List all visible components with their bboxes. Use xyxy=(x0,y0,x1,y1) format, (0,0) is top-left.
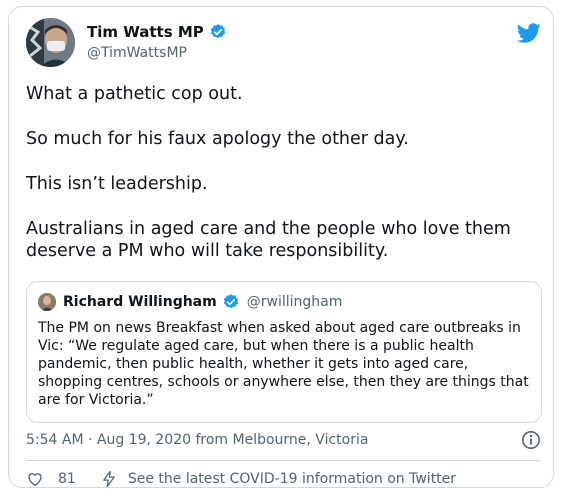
twitter-logo-icon[interactable] xyxy=(516,21,541,45)
tweet-paragraph: So much for his faux apology the other d… xyxy=(26,129,409,149)
tweet-actions: 81 See the latest COVID-19 information o… xyxy=(26,470,456,488)
tweet-paragraph: This isn’t leadership. xyxy=(26,174,208,194)
info-icon[interactable] xyxy=(521,430,541,450)
author-handle[interactable]: @TimWattsMP xyxy=(87,45,187,61)
quoted-author-name: Richard Willingham xyxy=(63,294,217,310)
author-name-row[interactable]: Tim Watts MP xyxy=(87,23,227,41)
verified-badge-icon xyxy=(209,23,227,41)
covid-info-link[interactable]: See the latest COVID-19 information on T… xyxy=(128,471,456,487)
quoted-text: The PM on news Breakfast when asked abou… xyxy=(38,320,529,408)
author-name[interactable]: Tim Watts MP xyxy=(87,23,204,41)
quoted-header: Richard Willingham @rwillingham xyxy=(63,293,342,311)
author-avatar[interactable] xyxy=(26,18,75,67)
divider xyxy=(26,460,541,461)
tweet-card: Tim Watts MP @TimWattsMP What a pathetic… xyxy=(8,6,554,488)
tweet-body: What a pathetic cop out. So much for his… xyxy=(26,83,541,262)
quoted-author-handle: @rwillingham xyxy=(246,294,343,310)
tweet-timestamp[interactable]: 5:54 AM · Aug 19, 2020 from Melbourne, V… xyxy=(26,432,368,448)
like-count[interactable]: 81 xyxy=(58,471,76,487)
heart-icon[interactable] xyxy=(26,470,44,488)
quoted-tweet[interactable]: Richard Willingham @rwillingham The PM o… xyxy=(26,281,542,423)
quoted-author-avatar xyxy=(38,293,56,311)
tweet-paragraph: What a pathetic cop out. xyxy=(26,84,243,104)
lightning-bolt-icon xyxy=(100,470,118,488)
tweet-paragraph: Australians in aged care and the people … xyxy=(26,219,511,261)
verified-badge-icon xyxy=(222,293,240,311)
